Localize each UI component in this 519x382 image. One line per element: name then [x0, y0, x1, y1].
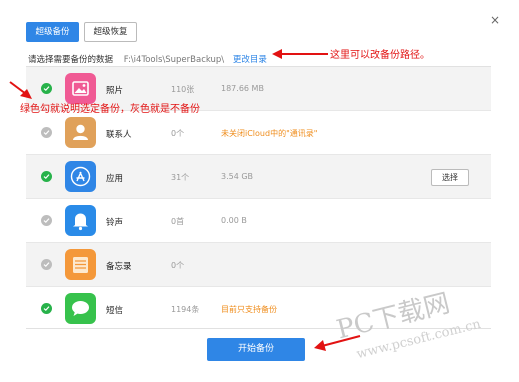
tab-super-backup[interactable]: 超级备份 — [26, 22, 79, 42]
item-size: 0.00 B — [221, 216, 247, 225]
item-size: 187.66 MB — [221, 84, 264, 93]
notes-icon — [65, 249, 96, 280]
app-store-icon — [65, 161, 96, 192]
item-name: 备忘录 — [106, 262, 132, 272]
item-name: 照片 — [106, 86, 124, 96]
unchecked-icon[interactable] — [41, 215, 52, 226]
item-count: 0首 — [171, 217, 185, 226]
list-item[interactable]: 联系人 0个 未关闭iCloud中的"通讯录" — [26, 111, 491, 155]
item-count: 0个 — [171, 261, 185, 270]
select-apps-button[interactable]: 选择 — [431, 169, 469, 186]
checked-icon[interactable] — [41, 171, 52, 182]
checked-icon[interactable] — [41, 83, 52, 94]
messages-icon — [65, 293, 96, 324]
annotation-arrow-icon — [272, 49, 328, 59]
item-count: 0个 — [171, 129, 185, 138]
item-name: 铃声 — [106, 218, 124, 228]
item-name: 短信 — [106, 306, 124, 316]
checked-icon[interactable] — [41, 303, 52, 314]
checkbox-annotation: 绿色勾就说明选定备份，灰色就是不备份 — [20, 104, 200, 115]
select-data-label: 请选择需要备份的数据 — [28, 55, 114, 65]
bell-icon — [65, 205, 96, 236]
backup-path-row: 请选择需要备份的数据 F:\i4Tools\SuperBackup\ 更改目录 — [28, 53, 267, 65]
item-count: 31个 — [171, 173, 190, 182]
start-backup-button[interactable]: 开始备份 — [207, 338, 305, 361]
annotation-arrow-icon — [9, 81, 32, 99]
close-icon[interactable]: × — [490, 13, 500, 27]
item-warning-note: 目前只支持备份 — [221, 305, 277, 314]
backup-path: F:\i4Tools\SuperBackup\ — [123, 55, 225, 65]
contacts-icon — [65, 117, 96, 148]
list-item[interactable]: 铃声 0首 0.00 B — [26, 199, 491, 243]
change-directory-link[interactable]: 更改目录 — [233, 55, 267, 65]
item-size: 3.54 GB — [221, 172, 254, 181]
super-backup-dialog: 超级备份 超级恢复 × 请选择需要备份的数据 F:\i4Tools\SuperB… — [0, 0, 519, 382]
tab-super-restore[interactable]: 超级恢复 — [84, 22, 137, 42]
item-warning-note: 未关闭iCloud中的"通讯录" — [221, 129, 318, 138]
item-name: 应用 — [106, 174, 124, 184]
unchecked-icon[interactable] — [41, 259, 52, 270]
path-annotation: 这里可以改备份路径。 — [330, 50, 430, 61]
unchecked-icon[interactable] — [41, 127, 52, 138]
item-name: 联系人 — [106, 130, 132, 140]
item-count: 110张 — [171, 85, 195, 94]
list-item[interactable]: 备忘录 0个 — [26, 243, 491, 287]
item-count: 1194条 — [171, 305, 200, 314]
list-item[interactable]: 应用 31个 3.54 GB 选择 — [26, 155, 491, 199]
